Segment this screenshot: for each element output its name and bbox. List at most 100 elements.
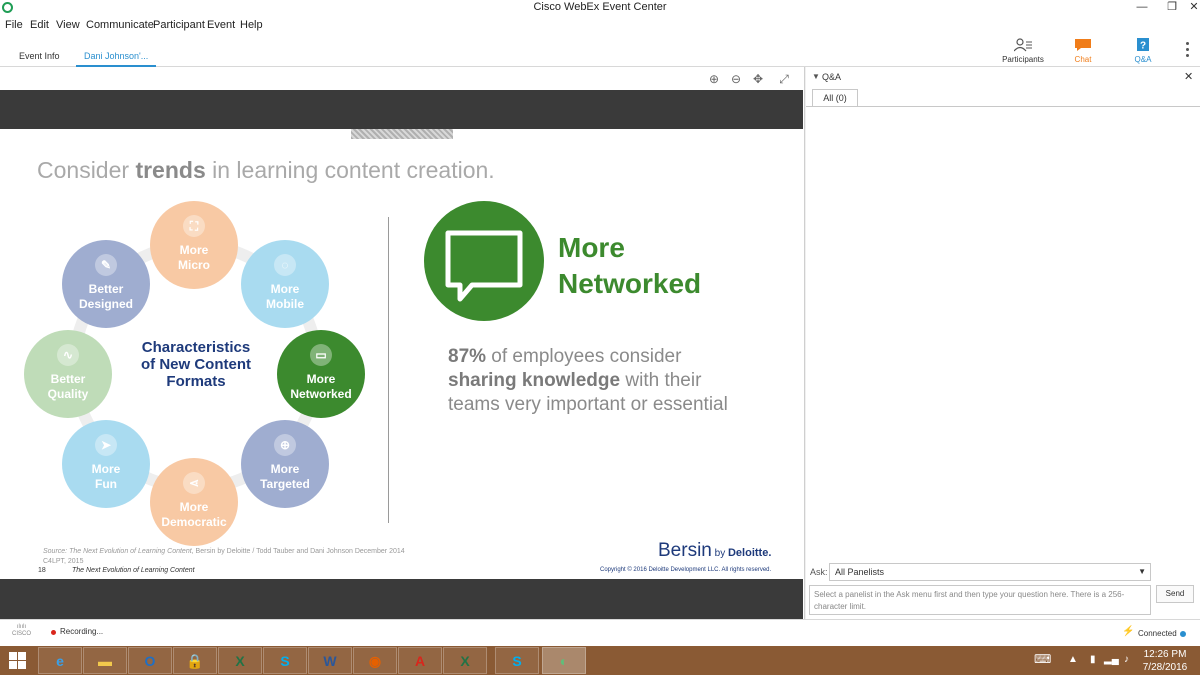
excel2-icon: X bbox=[460, 653, 470, 669]
source-label: Source: bbox=[43, 548, 70, 555]
keyboard-icon[interactable]: ⌨ bbox=[1034, 652, 1051, 666]
collapse-caret-icon[interactable]: ▼ bbox=[812, 72, 820, 81]
audio-muted-icon[interactable]: ⚡ bbox=[1122, 626, 1134, 637]
clock-date[interactable]: 7/28/2016 bbox=[1140, 662, 1190, 673]
question-input[interactable]: Select a panelist in the Ask menu first … bbox=[809, 585, 1151, 615]
taskbar-skype-button[interactable]: S bbox=[263, 647, 307, 674]
tab-presentation[interactable]: Dani Johnson'... bbox=[76, 51, 157, 67]
taskbar-word-button[interactable]: W bbox=[308, 647, 352, 674]
circle-more-democratic: ⋖ More Democratic bbox=[150, 458, 238, 546]
signal-icon[interactable]: ▂▄ bbox=[1104, 654, 1119, 665]
taskbar-firefox-button[interactable]: ◉ bbox=[353, 647, 397, 674]
circle-label: More Democratic bbox=[150, 500, 238, 530]
qa-button[interactable]: ? Q&A bbox=[1113, 36, 1173, 67]
center-label-line: Characteristics bbox=[141, 339, 251, 356]
taskbar-outlook-button[interactable]: O bbox=[128, 647, 172, 674]
minimize-button[interactable]: — bbox=[1131, 0, 1153, 16]
circle-label-line1: More bbox=[179, 243, 209, 257]
close-window-button[interactable]: ✕ bbox=[1183, 0, 1200, 16]
qa-panel: ▼ Q&A ✕ All (0) Ask: All Panelists ▼ Sel… bbox=[806, 67, 1200, 619]
circle-more-micro: ⛶ More Micro bbox=[150, 201, 238, 289]
taskbar-webex-button[interactable]: ◐ bbox=[542, 647, 586, 674]
slide-title-post: in learning content creation. bbox=[205, 157, 495, 183]
circle-label-line2: Designed bbox=[78, 297, 133, 311]
wheel-center-label: Characteristics of New Content Formats bbox=[126, 339, 266, 390]
circle-label: More Networked bbox=[277, 372, 365, 402]
menu-participant[interactable]: Participant bbox=[153, 19, 205, 31]
taskbar-skype2-button[interactable]: S bbox=[495, 647, 539, 674]
taskbar-keepass-button[interactable]: 🔒 bbox=[173, 647, 217, 674]
menu-file[interactable]: File bbox=[5, 19, 23, 31]
cisco-text: CISCO bbox=[12, 631, 32, 637]
restore-button[interactable]: ❐ bbox=[1161, 0, 1183, 16]
participants-button[interactable]: Participants bbox=[993, 36, 1053, 67]
volume-icon[interactable]: ♪ bbox=[1124, 654, 1129, 665]
start-button[interactable] bbox=[9, 652, 27, 670]
slide-divider bbox=[388, 217, 389, 523]
tray-expand-icon[interactable]: ▲ bbox=[1068, 654, 1078, 665]
bersin-logo: Bersin by Deloitte. bbox=[658, 540, 771, 562]
battery-icon[interactable]: ▮ bbox=[1090, 654, 1096, 665]
connection-status: Connected bbox=[1138, 629, 1177, 638]
chart-icon: ∿ bbox=[57, 344, 79, 366]
chat-button[interactable]: Chat bbox=[1053, 36, 1113, 67]
circle-label-line1: Better bbox=[50, 372, 86, 386]
circle-label-line2: Mobile bbox=[266, 297, 304, 311]
brand-name: Bersin bbox=[658, 540, 712, 561]
zoom-in-icon[interactable]: ⊕ bbox=[706, 71, 722, 87]
copyright: Copyright © 2016 Deloitte Development LL… bbox=[600, 567, 772, 573]
clock-time[interactable]: 12:26 PM bbox=[1140, 649, 1190, 660]
menu-help[interactable]: Help bbox=[240, 19, 263, 31]
send-button[interactable]: Send bbox=[1156, 585, 1194, 603]
zoom-out-icon[interactable]: ⊖ bbox=[728, 71, 744, 87]
menu-edit[interactable]: Edit bbox=[30, 19, 49, 31]
slide-bottom-band bbox=[0, 579, 803, 619]
ask-recipient-select[interactable]: All Panelists ▼ bbox=[829, 563, 1151, 581]
skype-icon: S bbox=[280, 653, 290, 669]
menu-communicate[interactable]: Communicate bbox=[86, 19, 154, 31]
tab-event-info[interactable]: Event Info bbox=[19, 51, 60, 65]
circle-label-line1: More bbox=[270, 462, 300, 476]
recording-icon bbox=[51, 630, 56, 635]
taskbar-explorer-button[interactable]: ▬ bbox=[83, 647, 127, 674]
chevron-down-icon: ▼ bbox=[1138, 567, 1146, 576]
share-icon: ⋖ bbox=[183, 472, 205, 494]
circle-label-line2: Targeted bbox=[260, 477, 310, 491]
stat-text-2: with their bbox=[620, 370, 702, 391]
viewer-toolbar: ⊕ ⊖ ✥ ⤢ bbox=[700, 71, 800, 89]
recording-status: Recording... bbox=[60, 627, 104, 636]
menu-view[interactable]: View bbox=[56, 19, 80, 31]
circle-label-line2: Quality bbox=[47, 387, 89, 401]
circle-more-targeted: ⊕ More Targeted bbox=[241, 420, 329, 508]
source-rest: , Bersin by Deloitte / Todd Tauber and D… bbox=[191, 548, 405, 555]
menu-event[interactable]: Event bbox=[207, 19, 235, 31]
word-icon: W bbox=[323, 653, 337, 669]
stat-percent: 87% bbox=[448, 346, 487, 367]
pen-icon: ✎ bbox=[95, 254, 117, 276]
circle-better-quality: ∿ Better Quality bbox=[24, 330, 112, 418]
qa-list bbox=[806, 106, 1200, 560]
fullscreen-icon[interactable]: ⤢ bbox=[776, 71, 792, 87]
circle-label-line2: Networked bbox=[290, 387, 352, 401]
move-icon[interactable]: ✥ bbox=[750, 71, 766, 87]
qa-label: Q&A bbox=[1134, 55, 1152, 64]
taskbar-acrobat-button[interactable]: A bbox=[398, 647, 442, 674]
qa-icon: ? bbox=[1137, 38, 1149, 52]
tab-all-questions[interactable]: All (0) bbox=[812, 89, 858, 107]
more-options-icon[interactable] bbox=[1181, 40, 1195, 60]
brand-deloitte: Deloitte. bbox=[727, 547, 772, 559]
feature-title-line2: Networked bbox=[558, 268, 702, 299]
outlook-icon: O bbox=[144, 653, 156, 669]
close-icon[interactable]: ✕ bbox=[1184, 70, 1193, 83]
circle-label: More Micro bbox=[150, 243, 238, 273]
chat-icon bbox=[1075, 39, 1091, 51]
circle-label-line1: More bbox=[306, 372, 336, 386]
feature-title-line1: More bbox=[558, 232, 625, 263]
taskbar-ie-button[interactable]: e bbox=[38, 647, 82, 674]
circle-better-designed: ✎ Better Designed bbox=[62, 240, 150, 328]
slide-drag-handle[interactable] bbox=[351, 129, 453, 139]
status-bar: ılıılı CISCO Recording... ⚡ Connected bbox=[0, 619, 1200, 646]
keepass-icon: 🔒 bbox=[186, 653, 204, 669]
taskbar-excel2-button[interactable]: X bbox=[443, 647, 487, 674]
taskbar-excel-button[interactable]: X bbox=[218, 647, 262, 674]
